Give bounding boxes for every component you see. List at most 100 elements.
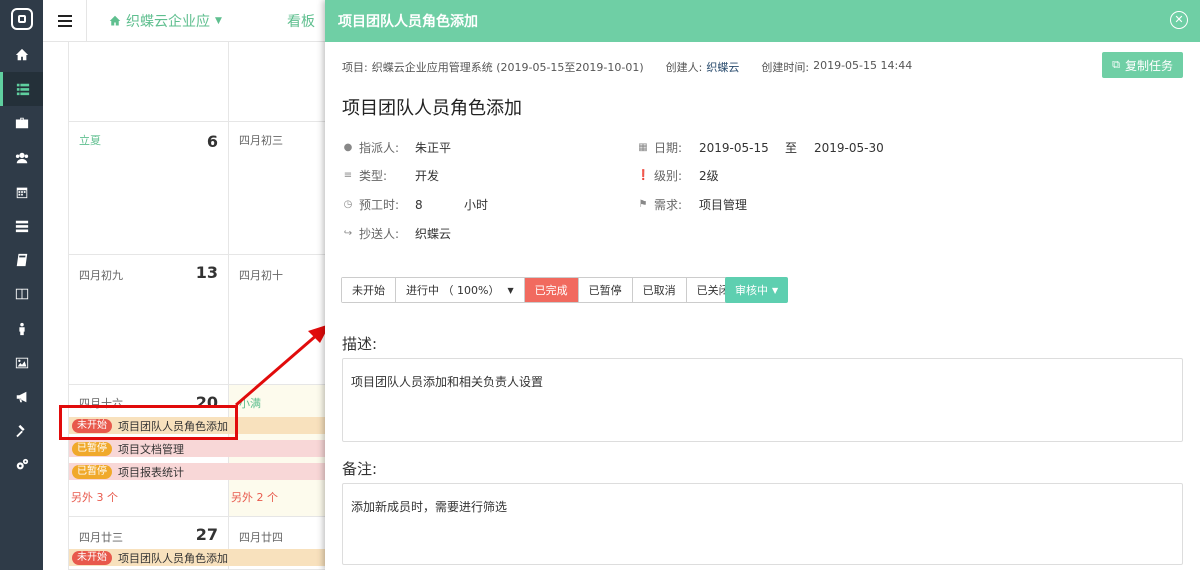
users-icon xyxy=(15,152,28,163)
field-hours: ◷ 预工时: 8 小时 xyxy=(343,197,489,213)
copy-icon: ⧉ xyxy=(1112,58,1120,71)
calendar-cell[interactable]: 立夏 6 xyxy=(69,122,229,255)
cogs-icon xyxy=(16,459,28,470)
note-heading: 备注: xyxy=(342,460,378,478)
columns-icon xyxy=(15,289,28,300)
description-heading: 描述: xyxy=(342,335,378,353)
lunar-date: 立夏 xyxy=(79,134,101,147)
requirement-value: 项目管理 xyxy=(699,198,748,212)
creator-value[interactable]: 织蝶云 xyxy=(706,59,739,75)
sidebar-item-home[interactable] xyxy=(0,38,43,72)
lunar-date: 四月廿四 xyxy=(239,531,283,544)
highlight-box xyxy=(59,405,238,440)
created-value: 2019-05-15 14:44 xyxy=(813,59,913,72)
calendar-cell[interactable]: 四月初十 xyxy=(229,255,339,385)
calendar-grid: 立夏 6 四月初三 四月初九 13 四月初十 四月十六 20 另外 3 个 小满… xyxy=(68,42,339,570)
project-selector[interactable]: 织蝶云企业应 ▼ xyxy=(109,11,222,31)
sidebar-item-images[interactable] xyxy=(0,346,43,380)
caret-down-icon: ▼ xyxy=(507,285,514,295)
status-button-group: 未开始 进行中 （ 100%） ▼ 已完成 已暂停 已取消 已关闭 xyxy=(341,277,741,303)
sidebar-item-docs[interactable] xyxy=(0,243,43,277)
field-type: ≡ 类型: 开发 xyxy=(343,169,440,183)
hours-unit: 小时 xyxy=(464,198,489,212)
status-completed-button[interactable]: 已完成 xyxy=(524,278,579,302)
task-detail-panel: 项目团队人员角色添加 ✕ 项目: 织蝶云企业应用管理系统 (2019-05-15… xyxy=(325,0,1200,570)
more-events-link[interactable]: 另外 2 个 xyxy=(231,489,278,505)
sidebar-item-announce[interactable] xyxy=(0,380,43,414)
calendar-event[interactable]: 已暂停 项目文档管理 xyxy=(69,440,339,457)
review-dropdown-button[interactable]: 审核中 ▼ xyxy=(725,277,789,303)
calendar-icon xyxy=(16,187,27,198)
sidebar-item-team[interactable] xyxy=(0,141,43,175)
alert-icon: ❗ xyxy=(637,170,650,181)
event-title: 项目团队人员角色添加 xyxy=(118,551,228,565)
calendar-event[interactable]: 已暂停 项目报表统计 xyxy=(69,463,339,480)
lunar-date: 四月廿三 xyxy=(79,531,123,544)
book-icon xyxy=(16,254,27,267)
field-assignee: ● 指派人: 朱正平 xyxy=(343,141,452,155)
sidebar-item-projects[interactable] xyxy=(0,106,43,140)
menu-toggle-button[interactable] xyxy=(43,0,87,42)
clock-icon: ◷ xyxy=(343,199,353,210)
bullhorn-icon xyxy=(16,391,26,403)
day-number: 27 xyxy=(195,525,218,544)
project-name: 织蝶云企业应 xyxy=(126,13,210,30)
calendar-icon: ▦ xyxy=(638,142,648,153)
sidebar-item-tasks[interactable] xyxy=(0,72,43,107)
person-icon xyxy=(18,322,25,335)
date-separator: 至 xyxy=(785,141,798,155)
description-box: 项目团队人员添加和相关负责人设置 xyxy=(342,358,1183,442)
calendar-cell[interactable] xyxy=(69,42,229,122)
task-meta: 项目: 织蝶云企业应用管理系统 (2019-05-15至2019-10-01) … xyxy=(342,59,912,75)
share-icon: ↪ xyxy=(343,228,353,239)
status-paused-button[interactable]: 已暂停 xyxy=(578,278,633,302)
project-label: 项目: xyxy=(342,61,368,74)
sidebar-item-board[interactable] xyxy=(0,277,43,311)
briefcase-icon xyxy=(15,118,28,129)
gavel-icon xyxy=(15,425,25,438)
copy-task-button[interactable]: ⧉ 复制任务 xyxy=(1102,52,1183,78)
note-text: 添加新成员时，需要进行筛选 xyxy=(351,500,508,514)
description-text: 项目团队人员添加和相关负责人设置 xyxy=(351,375,544,389)
hours-value: 8 xyxy=(415,197,423,212)
sidebar-item-person[interactable] xyxy=(0,312,43,346)
sidebar-item-settings[interactable] xyxy=(0,448,43,482)
status-badge: 已暂停 xyxy=(72,441,112,456)
lunar-date: 四月初十 xyxy=(239,269,283,282)
note-box: 添加新成员时，需要进行筛选 xyxy=(342,483,1183,565)
status-badge: 已暂停 xyxy=(72,464,112,479)
calendar-cell[interactable] xyxy=(229,42,339,122)
more-events-link[interactable]: 另外 3 个 xyxy=(71,489,118,505)
type-value: 开发 xyxy=(415,169,440,183)
image-icon xyxy=(15,357,28,369)
flag-icon: ⚑ xyxy=(638,199,648,210)
sidebar xyxy=(0,0,43,570)
field-requirement: ⚑ 需求: 项目管理 xyxy=(638,198,748,212)
bars-icon: ≡ xyxy=(343,170,353,181)
field-level: ❗ 级别: 2级 xyxy=(637,169,719,183)
calendar-cell[interactable]: 四月初九 13 xyxy=(69,255,229,385)
home-icon xyxy=(109,15,121,25)
status-cancelled-button[interactable]: 已取消 xyxy=(632,278,687,302)
status-in-progress-button[interactable]: 进行中 （ 100%） ▼ xyxy=(396,278,525,302)
logo-icon xyxy=(10,8,33,30)
level-value: 2级 xyxy=(699,169,719,183)
sidebar-item-calendar[interactable] xyxy=(0,175,43,209)
status-not-started-button[interactable]: 未开始 xyxy=(342,278,396,302)
event-title: 项目报表统计 xyxy=(118,465,184,479)
copy-task-label: 复制任务 xyxy=(1124,58,1173,73)
app-logo[interactable] xyxy=(0,0,43,38)
chevron-down-icon: ▼ xyxy=(215,15,222,26)
list-icon xyxy=(16,84,30,96)
date-start: 2019-05-15 xyxy=(699,140,769,155)
sidebar-item-servers[interactable] xyxy=(0,209,43,243)
home-icon xyxy=(15,48,28,61)
day-number: 6 xyxy=(206,132,218,151)
close-icon[interactable]: ✕ xyxy=(1170,11,1188,29)
sidebar-item-tools[interactable] xyxy=(0,414,43,448)
calendar-event[interactable]: 未开始 项目团队人员角色添加 xyxy=(69,549,339,566)
date-end: 2019-05-30 xyxy=(814,140,884,155)
kanban-tab[interactable]: 看板 xyxy=(287,11,315,31)
calendar-cell[interactable]: 四月初三 xyxy=(229,122,339,255)
server-icon xyxy=(15,220,28,233)
